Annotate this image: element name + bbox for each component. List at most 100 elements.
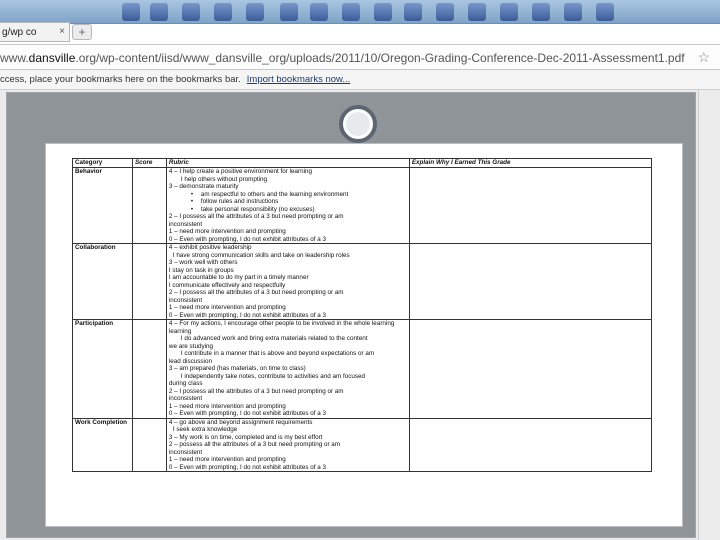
rubric-line: 4 – exhibit positive leadership (168, 244, 252, 251)
table-row: Work Completion 4 – go above and beyond a… (72, 417, 653, 472)
rubric-line: I stay on task in groups (168, 266, 234, 274)
url-path: .org/wp-content/iisd/www_dansville_org/u… (75, 51, 685, 65)
bookmarks-message: ccess, place your bookmarks here on the … (0, 74, 241, 85)
explain-cell[interactable] (408, 319, 653, 419)
rubric-line: 0 – Even with prompting, I do not exhibi… (168, 463, 327, 471)
rubric-line: 2 – I possess all the attributes of a 3 … (168, 213, 344, 220)
rubric-line: we are studying (168, 342, 213, 350)
rubric-line: inconsistent (168, 448, 203, 456)
score-cell[interactable] (131, 167, 167, 244)
rubric-line: 0 – Even with prompting, I do not exhibi… (168, 235, 327, 243)
pdf-page: Category Score Rubric Explain Why I Earn… (45, 143, 683, 527)
rubric-cell: 4 – I help create a positive environment… (165, 167, 410, 244)
rubric-line: I help others without prompting (180, 175, 267, 183)
table-row: Participation 4 – For my actions, I encou… (72, 319, 653, 419)
rubric-line: am respectful to others and the learning… (169, 191, 407, 199)
address-bar[interactable]: www.dansville.org/wp-content/iisd/www_da… (0, 44, 720, 70)
header-rubric: Rubric (165, 158, 410, 168)
header-score: Score (131, 158, 167, 168)
close-icon[interactable]: × (59, 26, 65, 37)
header-explain: Explain Why I Earned This Grade (408, 158, 653, 168)
rubric-line: follow rules and instructions (169, 198, 407, 206)
taskbar-app-icon[interactable] (246, 3, 264, 21)
taskbar-app-icon[interactable] (468, 3, 486, 21)
rubric-line: I independently take notes, contribute t… (180, 372, 366, 380)
taskbar-app-icon[interactable] (404, 3, 422, 21)
pdf-viewer: Category Score Rubric Explain Why I Earn… (0, 90, 720, 540)
rubric-line: I am accountable to do my part in a time… (168, 274, 309, 281)
taskbar-app-icon[interactable] (596, 3, 614, 21)
taskbar-app-icon[interactable] (310, 3, 328, 21)
rubric-line: 3 – work well with others (168, 259, 238, 266)
score-cell[interactable] (131, 417, 167, 472)
rubric-line: I have strong communication skills and t… (172, 251, 350, 259)
rubric-cell: 4 – go above and beyond assignment requi… (165, 417, 410, 472)
rubric-line: learning (168, 327, 192, 335)
rubric-line: 4 – I help create a positive environment… (168, 168, 313, 175)
bookmarks-bar: ccess, place your bookmarks here on the … (0, 70, 720, 90)
rubric-line: I communicate effectively and respectful… (168, 281, 286, 289)
score-cell[interactable] (131, 319, 167, 419)
table-row: Behavior 4 – I help create a positive env… (72, 167, 653, 244)
category-cell: Behavior (72, 167, 133, 244)
rubric-line: 0 – Even with prompting, I do not exhibi… (168, 311, 327, 319)
score-cell[interactable] (131, 243, 167, 320)
rubric-line: I contribute in a manner that is above a… (180, 350, 375, 357)
rubric-line: lead discussion (168, 357, 212, 365)
taskbar-app-icon[interactable] (182, 3, 200, 21)
rubric-line: during class (168, 380, 203, 387)
rubric-cell: 4 – exhibit positive leadership I have st… (165, 243, 410, 320)
taskbar-app-icon[interactable] (436, 3, 454, 21)
rubric-header-row: Category Score Rubric Explain Why I Earn… (72, 158, 653, 168)
taskbar-app-icon[interactable] (564, 3, 582, 21)
header-category: Category (72, 158, 133, 168)
url-domain: dansville (28, 51, 76, 65)
star-icon[interactable]: ☆ (697, 49, 710, 66)
new-tab-button[interactable]: + (72, 24, 92, 40)
explain-cell[interactable] (408, 417, 653, 472)
rubric-line: 1 – need more intervention and prompting (168, 402, 286, 410)
url-text[interactable]: www.dansville.org/wp-content/iisd/www_da… (0, 51, 685, 65)
explain-cell[interactable] (408, 243, 653, 320)
rubric-cell: 4 – For my actions, I encourage other pe… (165, 319, 410, 419)
vertical-scrollbar[interactable] (698, 90, 720, 540)
rubric-line: take personal responsibility (no excuses… (169, 206, 407, 214)
rubric-line: 2 – I possess all the attributes of a 3 … (168, 289, 344, 296)
rubric-line: 1 – need more intervention and prompting (168, 304, 286, 311)
rubric-line: 2 – possess all the attributes of a 3 bu… (168, 441, 341, 448)
taskbar-app-icon[interactable] (374, 3, 392, 21)
taskbar-app-icon[interactable] (280, 3, 298, 21)
taskbar-app-icon[interactable] (532, 3, 550, 21)
explain-cell[interactable] (408, 167, 653, 244)
rubric-line: 1 – need more intervention and prompting (168, 456, 286, 463)
pdf-viewport: Category Score Rubric Explain Why I Earn… (6, 92, 696, 538)
url-prefix: www. (0, 51, 29, 65)
rubric-body: Behavior 4 – I help create a positive env… (72, 167, 653, 472)
rubric-line: 3 – demonstrate maturity (168, 183, 239, 190)
rubric-line: 4 – go above and beyond assignment requi… (168, 418, 313, 426)
rubric-line: 4 – For my actions, I encourage other pe… (168, 320, 395, 327)
loading-spinner-icon (339, 105, 377, 143)
rubric-line: 1 – need more intervention and prompting (168, 228, 286, 235)
rubric-line: inconsistent (168, 395, 203, 402)
rubric-line: 3 – am prepared (has materials, on time … (168, 365, 306, 372)
os-taskbar (0, 0, 720, 24)
taskbar-app-icon[interactable] (214, 3, 232, 21)
category-cell: Work Completion (72, 417, 133, 472)
rubric-line: 2 – I possess all the attributes of a 3 … (168, 387, 344, 395)
taskbar-app-icon[interactable] (122, 3, 140, 21)
rubric-line: 0 – Even with prompting, I do not exhibi… (168, 410, 327, 417)
rubric-line: 3 – My work is on time, completed and is… (168, 433, 323, 441)
taskbar-app-icon[interactable] (342, 3, 360, 21)
taskbar-app-icon[interactable] (500, 3, 518, 21)
rubric-line: inconsistent (168, 296, 203, 304)
taskbar-app-icon[interactable] (150, 3, 168, 21)
rubric-line: I do advanced work and bring extra mater… (180, 335, 368, 342)
category-cell: Collaboration (72, 243, 133, 320)
rubric-line: I seek extra knowledge (172, 426, 238, 433)
browser-tab[interactable]: g/wp co × (0, 22, 70, 42)
import-bookmarks-link[interactable]: Import bookmarks now... (247, 74, 350, 85)
tab-title: g/wp co (2, 27, 37, 38)
rubric-table: Category Score Rubric Explain Why I Earn… (72, 158, 653, 472)
rubric-line: inconsistent (168, 220, 203, 228)
